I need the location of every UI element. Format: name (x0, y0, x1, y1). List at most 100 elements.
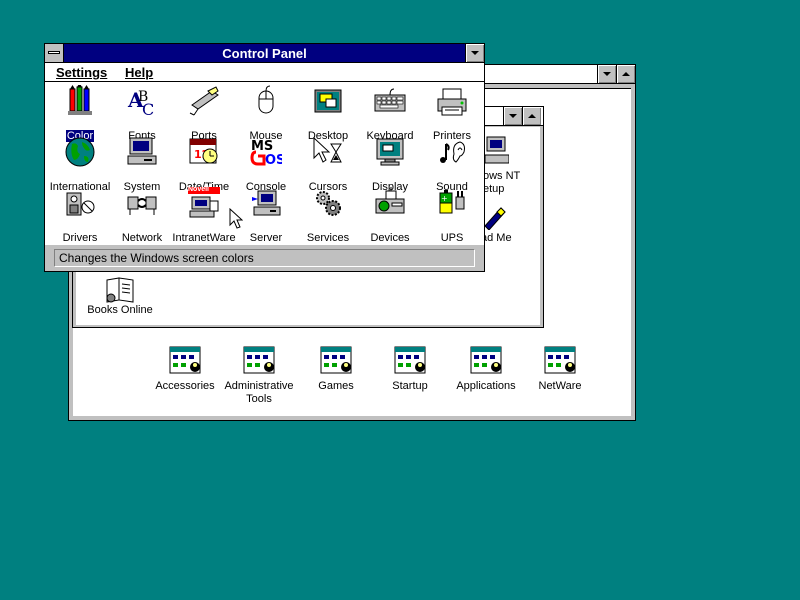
control-panel-item-color[interactable]: Color (47, 85, 113, 142)
partial-label-2: etup (483, 183, 505, 195)
program-group-games[interactable]: Games (296, 345, 376, 393)
status-bar: Changes the Windows screen colors (45, 245, 484, 271)
control-panel-item-cursors[interactable]: Cursors (295, 136, 361, 193)
drivers-icon (66, 192, 95, 216)
control-panel-item-console[interactable]: MS OS Console (233, 136, 299, 193)
program-group-label: NetWare (538, 380, 582, 392)
group-maximize-button[interactable] (522, 107, 541, 125)
control-panel-item-printers[interactable]: Printers (419, 85, 485, 142)
partial-label-3: ad Me (481, 232, 512, 244)
control-panel-item-label: Drivers (62, 232, 98, 244)
control-panel-item-intranetware[interactable]: Novell IntranetWare (171, 186, 237, 244)
color-icon (68, 85, 92, 115)
control-panel-item-label: IntranetWare (172, 232, 236, 244)
windows-nt-setup-item[interactable]: ows NT etup (481, 135, 541, 195)
program-group-label: Applications (456, 380, 516, 392)
control-panel-menubar: Settings Help (45, 63, 484, 82)
control-panel-minimize-button[interactable] (465, 44, 484, 62)
ports-icon (189, 86, 219, 116)
printers-icon (437, 88, 467, 116)
keyboard-icon (374, 88, 406, 112)
control-panel-item-devices[interactable]: Devices (357, 187, 423, 244)
program-group-accessories[interactable]: Accessories (145, 345, 225, 393)
battery-plug-icon: + (439, 190, 465, 214)
server-icon (252, 190, 281, 216)
control-panel-item-label: Devices (370, 232, 410, 244)
maximize-arrow-icon (622, 72, 630, 76)
control-panel-item-drivers[interactable]: Drivers (47, 187, 113, 244)
desktop-icon (314, 89, 342, 113)
control-panel-titlebar[interactable]: Control Panel (45, 44, 484, 63)
minimize-button[interactable] (597, 65, 616, 83)
control-panel-item-services[interactable]: Services (295, 187, 361, 244)
control-panel-item-network[interactable]: Network (109, 187, 175, 244)
control-panel-icon-area: Color A B C Fonts Ports Mouse Desktop Keyboard Pr… (45, 82, 484, 245)
control-panel-title: Control Panel (222, 46, 307, 61)
cursor-hourglass-icon (313, 136, 342, 163)
program-group-icon (320, 346, 352, 374)
books-online-item[interactable]: Books Online (80, 274, 160, 322)
control-panel-item-fonts[interactable]: A B C Fonts (109, 85, 175, 142)
music-note-ear-icon (440, 141, 465, 163)
control-panel-item-system[interactable]: System (109, 136, 175, 193)
control-panel-item-date-time[interactable]: 12Date/Time (171, 136, 237, 193)
novell-badge: Novell (188, 186, 210, 193)
minimize-arrow-icon (603, 72, 611, 76)
control-panel-item-mouse[interactable]: Mouse (233, 85, 299, 142)
program-group-label: Administrative Tools (224, 380, 294, 405)
program-group-administrative-tools[interactable]: Administrative Tools (219, 345, 299, 406)
program-group-label: Games (318, 380, 354, 392)
program-group-icon (470, 346, 502, 374)
system-menu-box[interactable] (45, 44, 64, 62)
control-panel-item-ups[interactable]: + UPS (419, 187, 485, 244)
maximize-button[interactable] (616, 65, 635, 83)
control-panel-item-sound[interactable]: Sound (419, 136, 485, 193)
menu-settings[interactable]: Settings (56, 65, 107, 80)
control-panel-item-ports[interactable]: Ports (171, 85, 237, 142)
calendar-clock-icon: 12 (189, 138, 218, 164)
partial-label-1: ows NT (483, 170, 521, 182)
control-panel-item-label: Network (121, 232, 163, 244)
program-group-icon (169, 346, 201, 374)
gears-icon (316, 191, 341, 216)
maximize-arrow-icon (528, 114, 536, 118)
control-panel-window[interactable]: Control Panel Settings Help Color A B C Font… (44, 43, 485, 272)
control-panel-item-international[interactable]: International (47, 136, 113, 193)
minimize-arrow-icon (471, 51, 479, 55)
book-icon (106, 277, 134, 303)
mouse-pointer-icon (229, 208, 243, 229)
program-group-icon (394, 346, 426, 374)
devices-icon (375, 187, 405, 214)
program-group-label: Startup (392, 380, 428, 392)
control-panel-item-label: Services (306, 232, 350, 244)
program-group-label: Accessories (155, 380, 215, 392)
program-group-icon (544, 346, 576, 374)
status-text: Changes the Windows screen colors (54, 249, 475, 267)
books-online-label: Books Online (87, 304, 153, 316)
svg-text:OS: OS (265, 153, 282, 168)
system-icon (127, 137, 157, 165)
msdos-icon: MSOS (250, 139, 282, 168)
program-group-icon (243, 346, 275, 374)
svg-text:+: + (441, 194, 448, 203)
display-icon (376, 138, 404, 166)
control-panel-item-desktop[interactable]: Desktop (295, 85, 361, 142)
system-menu-icon (48, 51, 60, 54)
globe-icon (65, 137, 95, 167)
program-group-netware[interactable]: NetWare (520, 345, 600, 393)
program-group-startup[interactable]: Startup (370, 345, 450, 393)
svg-text:C: C (142, 100, 154, 117)
computer-icon (485, 136, 509, 164)
fonts-icon: ABC (127, 88, 154, 117)
group-minimize-button[interactable] (503, 107, 522, 125)
control-panel-item-label: UPS (440, 232, 464, 244)
control-panel-item-display[interactable]: Display (357, 136, 423, 193)
network-icon (127, 196, 157, 215)
control-panel-item-keyboard[interactable]: Keyboard (357, 85, 423, 142)
program-group-applications[interactable]: Applications (446, 345, 526, 393)
control-panel-item-label: Server (249, 232, 283, 244)
mouse-icon (258, 85, 274, 114)
minimize-arrow-icon (509, 114, 517, 118)
menu-help[interactable]: Help (125, 65, 153, 80)
readme-item[interactable]: ad Me (481, 202, 541, 252)
